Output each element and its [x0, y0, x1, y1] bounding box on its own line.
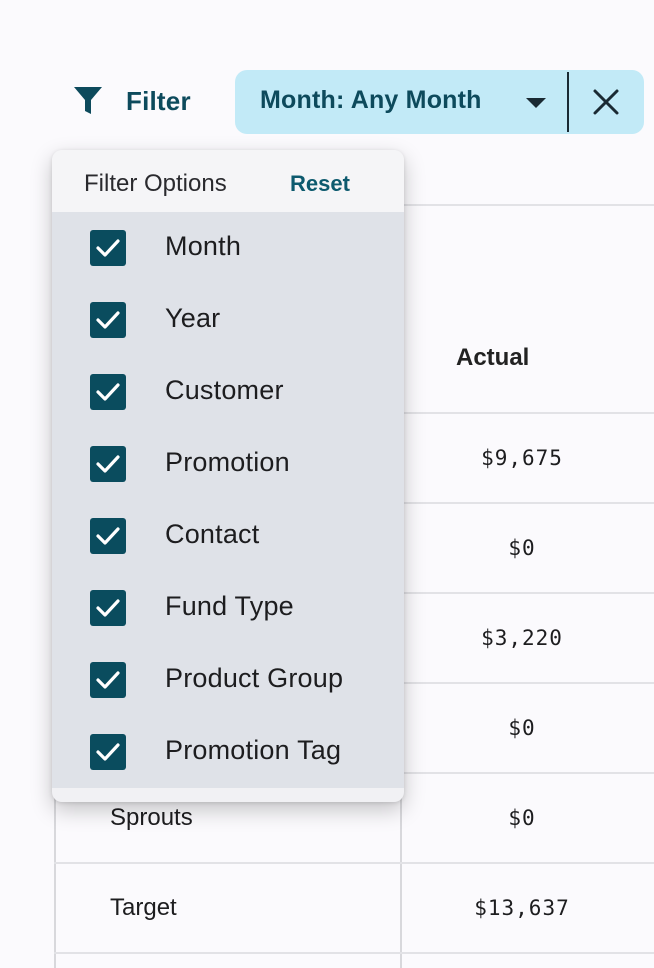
filter-options-dropdown: Filter Options Reset Month Year Customer…: [52, 150, 404, 802]
table-cell-actual: $0: [508, 806, 536, 830]
option-label: Promotion Tag: [165, 735, 342, 765]
option-label: Month: [165, 231, 242, 261]
checkbox-checked[interactable]: [90, 230, 126, 266]
filter-label: Filter: [126, 85, 191, 116]
checkbox-checked[interactable]: [90, 734, 126, 770]
table-divider: [402, 412, 654, 414]
dropdown-title: Filter Options: [84, 170, 227, 197]
table-cell-name: Target: [110, 894, 177, 921]
table-cell-actual: $0: [508, 716, 536, 740]
filter-options-list: Month Year Customer Promotion Contact Fu…: [52, 212, 404, 788]
table-border-left: [54, 780, 56, 968]
option-promotion[interactable]: Promotion: [52, 428, 404, 500]
option-promotion-tag[interactable]: Promotion Tag: [52, 716, 404, 788]
option-label: Promotion: [165, 447, 290, 477]
column-header-actual[interactable]: Actual: [456, 344, 529, 372]
option-label: Year: [165, 303, 221, 333]
reset-button[interactable]: Reset: [290, 171, 350, 197]
caret-down-icon[interactable]: [525, 97, 547, 109]
table-divider: [402, 502, 654, 504]
table-divider: [402, 592, 654, 594]
table-cell-actual: $13,637: [474, 896, 570, 920]
table-divider: [402, 772, 654, 774]
table-cell-actual: $9,675: [481, 446, 563, 470]
checkbox-checked[interactable]: [90, 446, 126, 482]
option-product-group[interactable]: Product Group: [52, 644, 404, 716]
option-customer[interactable]: Customer: [52, 356, 404, 428]
checkbox-checked[interactable]: [90, 662, 126, 698]
table-cell-name: Sprouts: [110, 804, 193, 831]
checkbox-checked[interactable]: [90, 302, 126, 338]
checkbox-checked[interactable]: [90, 518, 126, 554]
dropdown-header: Filter Options Reset: [52, 150, 404, 212]
checkbox-checked[interactable]: [90, 590, 126, 626]
month-filter-chip[interactable]: Month: Any Month: [235, 70, 644, 134]
table-cell-actual: $0: [508, 536, 536, 560]
option-label: Customer: [165, 375, 284, 405]
option-label: Product Group: [165, 663, 344, 693]
option-contact[interactable]: Contact: [52, 500, 404, 572]
option-month[interactable]: Month: [52, 212, 404, 284]
option-label: Fund Type: [165, 591, 294, 621]
table-divider: [402, 204, 654, 206]
chip-label[interactable]: Month: Any Month: [260, 86, 482, 115]
chip-divider: [567, 72, 569, 132]
option-fund-type[interactable]: Fund Type: [52, 572, 404, 644]
checkbox-checked[interactable]: [90, 374, 126, 410]
option-year[interactable]: Year: [52, 284, 404, 356]
option-label: Contact: [165, 519, 260, 549]
close-icon[interactable]: [589, 85, 623, 119]
table-divider: [54, 862, 654, 864]
table-divider: [402, 682, 654, 684]
table-cell-actual: $3,220: [481, 626, 563, 650]
funnel-icon: [72, 84, 104, 118]
table-divider: [54, 952, 654, 954]
filter-button[interactable]: Filter: [72, 84, 191, 118]
